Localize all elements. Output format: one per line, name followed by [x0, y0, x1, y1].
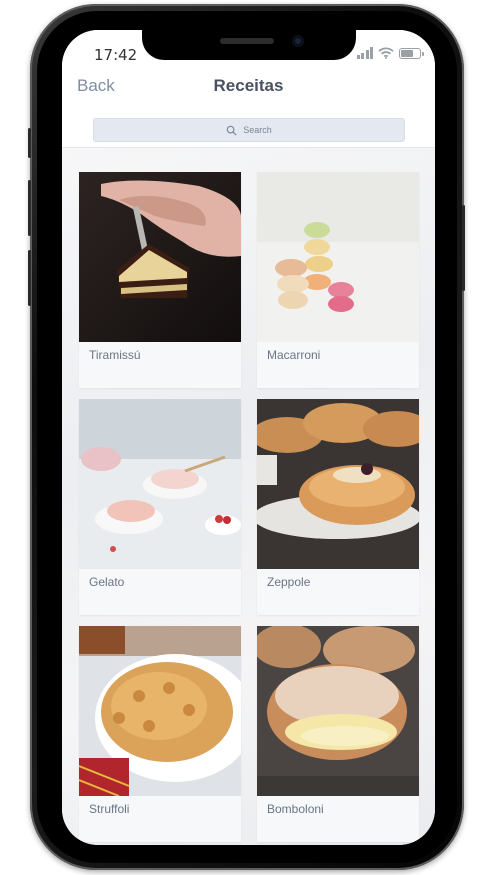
- front-camera: [292, 35, 304, 47]
- recipe-name: Struffoli: [89, 802, 130, 816]
- recipe-name: Tiramissú: [89, 348, 141, 362]
- recipe-grid: Tiramissú Macarroni Gelato Zeppole Struf…: [62, 148, 435, 845]
- page-title: Receitas: [213, 76, 284, 95]
- recipe-name: Macarroni: [267, 348, 321, 362]
- status-time: 17:42: [94, 46, 138, 64]
- recipe-name: Bomboloni: [267, 802, 324, 816]
- recipe-name: Zeppole: [267, 575, 311, 589]
- recipe-card[interactable]: Zeppole: [257, 399, 419, 615]
- recipe-card[interactable]: Tiramissú: [79, 172, 241, 388]
- status-bar: 17:42: [62, 30, 435, 64]
- volume-down-button: [28, 250, 31, 306]
- app-screen: 17:42 Back Receitas Search Tiramissú Mac…: [62, 30, 435, 845]
- recipe-photo-tiramisu: [79, 172, 241, 342]
- recipe-photo-struffoli: [79, 626, 241, 796]
- wifi-icon: [378, 47, 394, 59]
- recipe-photo-macarroni: [257, 172, 419, 342]
- volume-up-button: [28, 180, 31, 236]
- cellular-signal-icon: [356, 47, 373, 59]
- power-button: [462, 205, 465, 291]
- status-icons: [356, 46, 424, 60]
- nav-header: Back Receitas Search: [62, 64, 435, 148]
- recipe-photo-bomboloni: [257, 626, 419, 796]
- recipe-card[interactable]: Gelato: [79, 399, 241, 615]
- recipe-card[interactable]: Struffoli: [79, 626, 241, 842]
- search-placeholder: Search: [243, 125, 272, 135]
- recipe-photo-gelato: [79, 399, 241, 569]
- mute-switch: [28, 128, 31, 158]
- search-input[interactable]: Search: [93, 118, 405, 142]
- recipe-name: Gelato: [89, 575, 125, 589]
- recipe-card[interactable]: Macarroni: [257, 172, 419, 388]
- recipe-photo-zeppole: [257, 399, 419, 569]
- battery-icon: [399, 47, 424, 59]
- notch: [142, 30, 356, 60]
- search-icon: [226, 125, 237, 136]
- speaker-grille: [220, 38, 274, 44]
- recipe-card[interactable]: Bomboloni: [257, 626, 419, 842]
